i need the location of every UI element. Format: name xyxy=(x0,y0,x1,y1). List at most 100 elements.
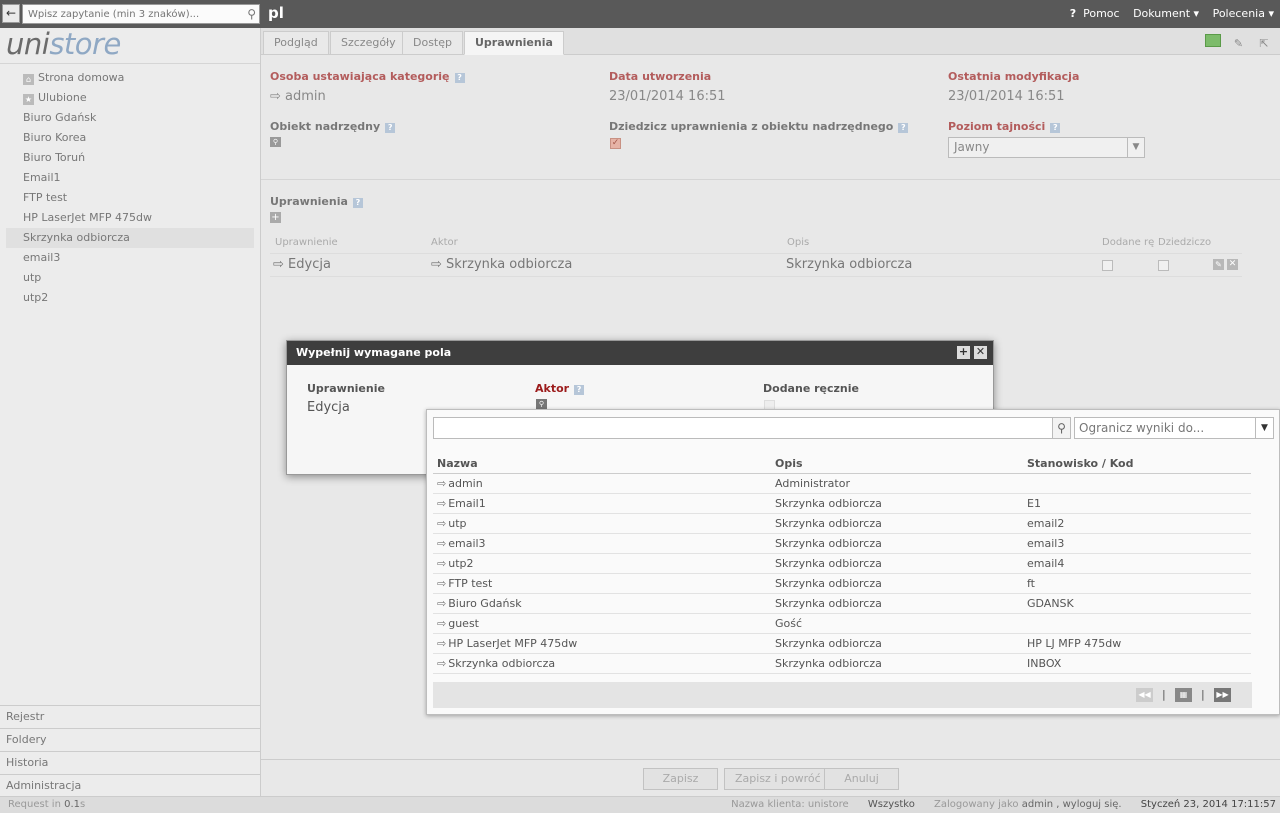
table-row[interactable]: ⇨ Edycja ⇨ Skrzynka odbiorcza Skrzynka o… xyxy=(270,253,1242,277)
sidebar-item[interactable]: Email1 xyxy=(6,168,254,188)
lookup-search-input[interactable] xyxy=(433,417,1071,439)
lookup-icon[interactable]: ⚲ xyxy=(270,137,281,147)
grid-view-icon[interactable]: ▦ xyxy=(1175,688,1192,702)
actor-lookup-popup: ⚲ Ogranicz wyniki do... ▼ Nazwa Opis Stan… xyxy=(426,409,1280,715)
edit-icon[interactable]: ✎ xyxy=(1231,37,1247,50)
help-icon[interactable]: ? xyxy=(574,385,585,395)
tab-permissions[interactable]: Uprawnienia xyxy=(464,31,564,55)
sidebar-item[interactable]: Biuro Korea xyxy=(6,128,254,148)
commands-menu[interactable]: Polecenia ▾ xyxy=(1213,7,1274,20)
col-actor: Aktor xyxy=(431,237,458,248)
table-row[interactable]: ⇨ utp Skrzynka odbiorcza email2 xyxy=(433,514,1251,534)
expand-icon[interactable]: ⇱ xyxy=(1256,37,1272,50)
save-button[interactable]: Zapisz xyxy=(643,768,718,790)
actor-cell[interactable]: ⇨ Skrzynka odbiorcza xyxy=(431,257,572,272)
edit-icon[interactable]: ✎ xyxy=(1213,259,1224,270)
cancel-button[interactable]: Anuluj xyxy=(824,768,899,790)
link-arrow-icon: ⇨ xyxy=(437,577,447,590)
actor-lookup-icon[interactable]: ⚲ xyxy=(536,399,547,409)
table-row[interactable]: ⇨ Biuro Gdańsk Skrzynka odbiorcza GDANSK xyxy=(433,594,1251,614)
sidebar-bottom-nav: Rejestr Foldery Historia Administracja xyxy=(0,705,260,797)
col-description: Opis xyxy=(775,457,803,470)
sidebar-item[interactable]: FTP test xyxy=(6,188,254,208)
col-name: Nazwa xyxy=(437,457,478,470)
datetime: Styczeń 23, 2014 17:11:57 xyxy=(1140,799,1276,810)
inherited-checkbox[interactable] xyxy=(1158,260,1169,271)
tab-preview[interactable]: Podgląd xyxy=(263,31,329,55)
table-row[interactable]: ⇨ Email1 Skrzynka odbiorcza E1 xyxy=(433,494,1251,514)
owner-value[interactable]: ⇨ admin xyxy=(270,89,326,104)
created-label: Data utworzenia xyxy=(609,70,712,83)
top-menu: ? Pomoc Dokument ▾ Polecenia ▾ xyxy=(1060,7,1274,20)
description-cell: Skrzynka odbiorcza xyxy=(786,257,913,272)
nav-administration[interactable]: Administracja xyxy=(0,774,260,797)
tab-access[interactable]: Dostęp xyxy=(402,31,463,55)
table-row[interactable]: ⇨ guest Gość xyxy=(433,614,1251,634)
divider xyxy=(0,63,260,64)
nav-history[interactable]: Historia xyxy=(0,751,260,774)
help-icon[interactable]: ? xyxy=(385,123,396,133)
grid-view-icon[interactable] xyxy=(1205,34,1221,47)
table-row[interactable]: ⇨ utp2 Skrzynka odbiorcza email4 xyxy=(433,554,1251,574)
table-row[interactable]: ⇨ admin Administrator xyxy=(433,474,1251,494)
save-and-return-button[interactable]: Zapisz i powróć xyxy=(724,768,832,790)
global-search[interactable]: ⚲ xyxy=(22,4,260,24)
first-page-icon[interactable]: ◀◀ xyxy=(1136,688,1153,702)
unistore-logo[interactable]: unistore xyxy=(6,27,121,61)
logout-link[interactable]: , wyloguj się. xyxy=(1056,799,1121,810)
sidebar-item-home[interactable]: ⌂ Strona domowa xyxy=(6,68,254,88)
inherit-checkbox[interactable]: ✓ xyxy=(610,138,621,149)
divider: | xyxy=(1201,688,1205,701)
help-icon[interactable]: ? xyxy=(352,198,363,208)
nav-registry[interactable]: Rejestr xyxy=(0,705,260,728)
col-position-code: Stanowisko / Kod xyxy=(1027,457,1134,470)
table-row[interactable]: ⇨ Skrzynka odbiorcza Skrzynka odbiorcza INB… xyxy=(433,654,1251,674)
star-icon: ★ xyxy=(23,94,34,105)
status-bar: Request in 0.1s Nazwa klienta: unistore … xyxy=(0,796,1280,813)
dialog-title: Wypełnij wymagane pola xyxy=(287,341,993,365)
sidebar-item[interactable]: utp xyxy=(6,268,254,288)
limit-results-select[interactable]: Ogranicz wyniki do... ▼ xyxy=(1074,417,1274,439)
sidebar-item[interactable]: email3 xyxy=(6,248,254,268)
inherit-label: Dziedzicz uprawnienia z obiektu nadrzędn… xyxy=(609,120,909,133)
maximize-icon[interactable]: + xyxy=(957,346,970,359)
sidebar-item[interactable]: utp2 xyxy=(6,288,254,308)
modified-value: 23/01/2014 16:51 xyxy=(948,89,1065,104)
table-row[interactable]: ⇨ email3 Skrzynka odbiorcza email3 xyxy=(433,534,1251,554)
col-inherited: Dziedziczo xyxy=(1158,237,1212,248)
home-icon: ⌂ xyxy=(23,74,34,85)
tab-details[interactable]: Szczegóły xyxy=(330,31,407,55)
form-footer: Zapisz Zapisz i powróć Anuluj xyxy=(261,759,1280,796)
request-time: Request in 0.1s xyxy=(8,799,86,810)
help-link[interactable]: ? Pomoc xyxy=(1070,7,1120,20)
sidebar-item[interactable]: Biuro Gdańsk xyxy=(6,108,254,128)
nav-folders[interactable]: Foldery xyxy=(0,728,260,751)
manual-checkbox[interactable] xyxy=(1102,260,1113,271)
sidebar-item-active[interactable]: Skrzynka odbiorcza xyxy=(6,228,254,248)
close-icon[interactable]: ✕ xyxy=(974,346,987,359)
back-arrow-icon[interactable]: ← xyxy=(2,4,20,23)
global-search-input[interactable] xyxy=(23,5,237,23)
permission-cell[interactable]: ⇨ Edycja xyxy=(273,257,331,272)
secrecy-select[interactable]: Jawny ▼ xyxy=(948,137,1145,158)
document-menu[interactable]: Dokument ▾ xyxy=(1133,7,1199,20)
next-page-icon[interactable]: ▶▶ xyxy=(1214,688,1231,702)
sidebar-item-favorites[interactable]: ★ Ulubione xyxy=(6,88,254,108)
help-icon[interactable]: ? xyxy=(1050,123,1061,133)
table-header: Nazwa Opis Stanowisko / Kod xyxy=(433,454,1251,474)
link-arrow-icon: ⇨ xyxy=(437,477,447,490)
scope-selector[interactable]: Wszystko xyxy=(868,799,915,810)
sidebar-item[interactable]: HP LaserJet MFP 475dw xyxy=(6,208,254,228)
divider xyxy=(261,179,1280,180)
delete-icon[interactable]: ✕ xyxy=(1227,259,1238,270)
help-icon[interactable]: ? xyxy=(454,73,465,83)
table-row[interactable]: ⇨ FTP test Skrzynka odbiorcza ft xyxy=(433,574,1251,594)
chevron-down-icon: ▼ xyxy=(1255,418,1273,438)
sidebar-item[interactable]: Biuro Toruń xyxy=(6,148,254,168)
table-row[interactable]: ⇨ HP LaserJet MFP 475dw Skrzynka odbiorcza… xyxy=(433,634,1251,654)
search-icon[interactable]: ⚲ xyxy=(1052,417,1071,439)
add-permission-button[interactable]: + xyxy=(270,212,281,223)
search-icon[interactable]: ⚲ xyxy=(247,7,256,21)
logged-in: Zalogowany jako admin , wyloguj się. xyxy=(934,799,1122,810)
help-icon[interactable]: ? xyxy=(898,123,909,133)
